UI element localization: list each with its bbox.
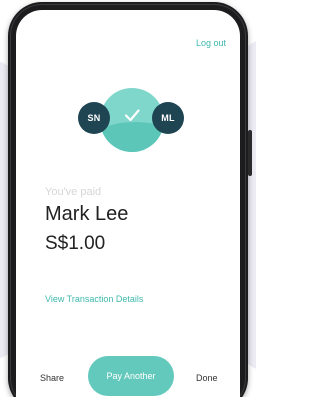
check-icon <box>124 109 140 122</box>
recipient-avatar: ML <box>152 102 184 134</box>
logout-link[interactable]: Log out <box>196 38 226 48</box>
app-stage: Log out SN ML You've paid Mark Lee S$1.0… <box>0 0 256 397</box>
payment-status-label: You've paid <box>45 186 102 198</box>
share-button[interactable]: Share <box>40 373 64 383</box>
payment-hero: SN ML <box>76 88 196 168</box>
phone-side-button <box>248 130 252 176</box>
payee-name: Mark Lee <box>45 203 129 225</box>
pay-another-button[interactable]: Pay Another <box>88 356 174 396</box>
done-button[interactable]: Done <box>196 373 218 383</box>
view-transaction-details-link[interactable]: View Transaction Details <box>45 294 143 304</box>
payment-amount: S$1.00 <box>45 233 106 254</box>
sender-avatar: SN <box>78 102 110 134</box>
payment-success-screen: Log out SN ML You've paid Mark Lee S$1.0… <box>16 10 240 397</box>
action-bar: Share Pay Another Done <box>16 356 240 397</box>
